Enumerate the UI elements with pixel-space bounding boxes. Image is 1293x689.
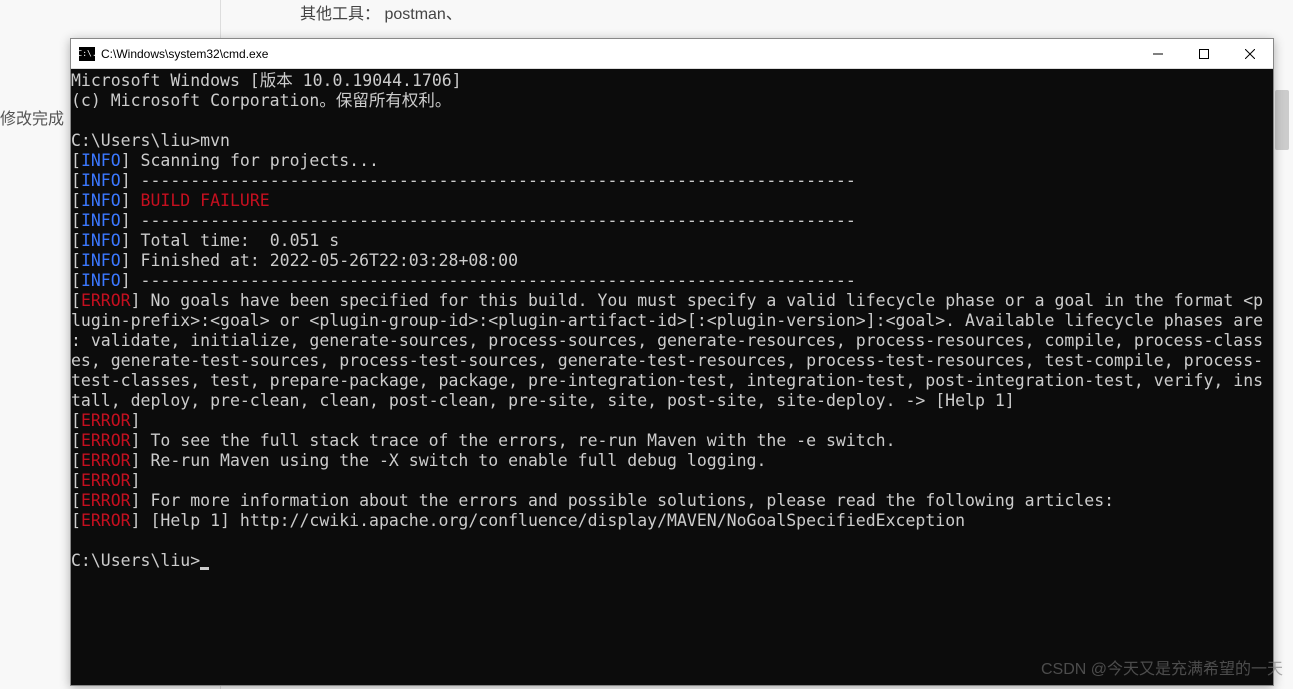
terminal-line: [ERROR] To see the full stack trace of t…	[71, 431, 1273, 451]
terminal-prompt-line: C:\Users\liu>	[71, 551, 1273, 571]
error-tag: ERROR	[81, 451, 131, 470]
cursor-icon	[200, 567, 209, 570]
window-title: C:\Windows\system32\cmd.exe	[101, 47, 1135, 61]
minimize-button[interactable]	[1135, 39, 1181, 68]
log-text: ----------------------------------------…	[131, 271, 856, 290]
terminal-line: [INFO] BUILD FAILURE	[71, 191, 1273, 211]
log-text: Total time: 0.051 s	[131, 231, 340, 250]
terminal-line: [INFO] Total time: 0.051 s	[71, 231, 1273, 251]
terminal-line: : validate, initialize, generate-sources…	[71, 331, 1273, 351]
window-controls	[1135, 39, 1273, 68]
cmd-window: C:\. C:\Windows\system32\cmd.exe Microso…	[70, 38, 1274, 686]
terminal-line: [ERROR] Re-run Maven using the -X switch…	[71, 451, 1273, 471]
log-text: Scanning for projects...	[131, 151, 379, 170]
info-tag: INFO	[81, 211, 121, 230]
background-text-tools: 其他工具： postman、	[300, 0, 462, 24]
terminal-line: tall, deploy, pre-clean, clean, post-cle…	[71, 391, 1273, 411]
terminal-line: [INFO] Scanning for projects...	[71, 151, 1273, 171]
terminal-line: [ERROR]	[71, 471, 1273, 491]
error-tag: ERROR	[81, 431, 131, 450]
close-button[interactable]	[1227, 39, 1273, 68]
log-text: ----------------------------------------…	[131, 171, 856, 190]
background-text-modified: 修改完成	[0, 105, 64, 129]
window-titlebar[interactable]: C:\. C:\Windows\system32\cmd.exe	[71, 39, 1273, 69]
terminal-line: (c) Microsoft Corporation。保留所有权利。	[71, 91, 1273, 111]
prompt: C:\Users\liu>	[71, 131, 200, 150]
terminal-line	[71, 111, 1273, 131]
error-tag: ERROR	[81, 511, 131, 530]
terminal-line: es, generate-test-sources, process-test-…	[71, 351, 1273, 371]
log-text: No goals have been specified for this bu…	[141, 291, 1264, 310]
prompt: C:\Users\liu>	[71, 551, 200, 570]
info-tag: INFO	[81, 251, 121, 270]
terminal-line: [ERROR] No goals have been specified for…	[71, 291, 1273, 311]
error-tag: ERROR	[81, 411, 131, 430]
terminal-line: lugin-prefix>:<goal> or <plugin-group-id…	[71, 311, 1273, 331]
error-tag: ERROR	[81, 471, 131, 490]
terminal-line: [ERROR] For more information about the e…	[71, 491, 1273, 511]
terminal-line: [INFO] ---------------------------------…	[71, 171, 1273, 191]
terminal-line: test-classes, test, prepare-package, pac…	[71, 371, 1273, 391]
error-tag: ERROR	[81, 491, 131, 510]
log-text: [Help 1] http://cwiki.apache.org/conflue…	[141, 511, 966, 530]
terminal-output[interactable]: Microsoft Windows [版本 10.0.19044.1706](c…	[71, 69, 1273, 685]
maximize-icon	[1199, 49, 1209, 59]
log-text: Re-run Maven using the -X switch to enab…	[141, 451, 767, 470]
maximize-button[interactable]	[1181, 39, 1227, 68]
terminal-prompt-line: C:\Users\liu>mvn	[71, 131, 1273, 151]
terminal-line: Microsoft Windows [版本 10.0.19044.1706]	[71, 71, 1273, 91]
error-tag: ERROR	[81, 291, 131, 310]
log-text: For more information about the errors an…	[141, 491, 1115, 510]
info-tag: INFO	[81, 231, 121, 250]
build-failure-text: BUILD FAILURE	[131, 191, 270, 210]
info-tag: INFO	[81, 271, 121, 290]
info-tag: INFO	[81, 151, 121, 170]
background-scrollbar[interactable]	[1275, 90, 1289, 150]
cmd-icon: C:\.	[79, 47, 95, 61]
minimize-icon	[1153, 49, 1163, 59]
terminal-line: [INFO] ---------------------------------…	[71, 211, 1273, 231]
terminal-line: [ERROR] [Help 1] http://cwiki.apache.org…	[71, 511, 1273, 531]
log-text: To see the full stack trace of the error…	[141, 431, 896, 450]
watermark-text: CSDN @今天又是充满希望的一天	[1041, 655, 1283, 679]
terminal-line: [ERROR]	[71, 411, 1273, 431]
info-tag: INFO	[81, 171, 121, 190]
close-icon	[1245, 49, 1255, 59]
info-tag: INFO	[81, 191, 121, 210]
terminal-line	[71, 531, 1273, 551]
command: mvn	[200, 131, 230, 150]
terminal-line: [INFO] ---------------------------------…	[71, 271, 1273, 291]
terminal-line: [INFO] Finished at: 2022-05-26T22:03:28+…	[71, 251, 1273, 271]
log-text: Finished at: 2022-05-26T22:03:28+08:00	[131, 251, 518, 270]
log-text: ----------------------------------------…	[131, 211, 856, 230]
